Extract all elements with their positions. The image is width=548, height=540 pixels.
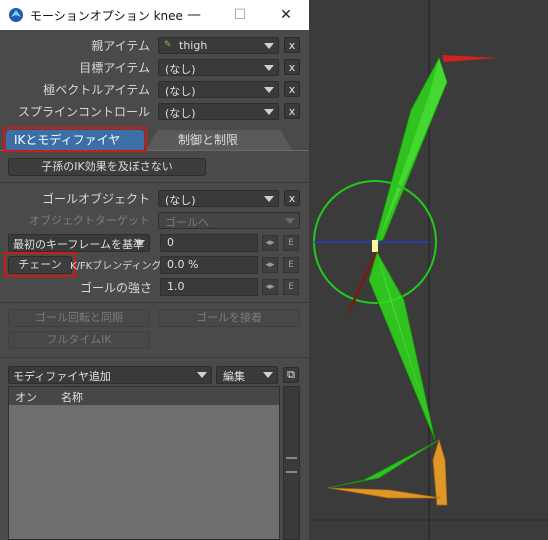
column-name[interactable]: 名称 bbox=[61, 389, 83, 405]
section-divider bbox=[0, 182, 309, 183]
x-axis-handle bbox=[442, 55, 499, 62]
object-target-label: オブジェクトターゲット bbox=[29, 214, 150, 227]
edit-select[interactable]: 編集 bbox=[216, 366, 278, 384]
blending-label: K/FKブレンディング bbox=[70, 261, 162, 272]
thigh-bone-highlight bbox=[379, 58, 447, 240]
list-header: オン 名称 bbox=[9, 387, 279, 405]
shin-bone bbox=[368, 250, 436, 441]
edit-label: 編集 bbox=[223, 370, 245, 383]
app-icon bbox=[9, 8, 23, 22]
ankle-bone bbox=[432, 438, 448, 506]
foot-bone-green bbox=[326, 439, 440, 489]
goal-strength-field[interactable]: 1.0 bbox=[160, 278, 258, 296]
copy-icon[interactable]: ⧉ bbox=[283, 367, 299, 383]
object-target-select[interactable]: ゴールへ bbox=[158, 212, 300, 229]
chevron-down-icon bbox=[285, 218, 295, 224]
slider-arrows-icon[interactable]: ◂▸ bbox=[262, 235, 278, 251]
pole-vector-value: (なし) bbox=[165, 85, 196, 98]
first-keyframe-field[interactable]: 0 bbox=[160, 234, 258, 252]
slider-arrows-icon[interactable]: ◂▸ bbox=[262, 257, 278, 273]
first-keyframe-select[interactable]: 最初のキーフレームを基準 bbox=[8, 234, 150, 252]
tab-control-limits-label: 制御と制限 bbox=[178, 133, 239, 147]
goal-object-select[interactable]: (なし) bbox=[158, 190, 279, 207]
clear-target-button[interactable]: x bbox=[284, 59, 300, 75]
chevron-down-icon bbox=[264, 43, 274, 49]
title-bar: モーションオプション knee — ☐ ✕ bbox=[0, 0, 309, 30]
pivot-marker bbox=[372, 240, 378, 252]
blending-field[interactable]: 0.0 % bbox=[160, 256, 258, 274]
chevron-down-icon bbox=[264, 65, 274, 71]
spline-control-value: (なし) bbox=[165, 107, 196, 120]
section-divider bbox=[0, 302, 309, 303]
envelope-button[interactable]: E bbox=[283, 257, 299, 273]
chevron-down-icon bbox=[197, 372, 207, 378]
modifier-list[interactable]: オン 名称 bbox=[8, 386, 280, 540]
highlight-chain-button bbox=[4, 252, 76, 277]
column-on[interactable]: オン bbox=[15, 389, 37, 405]
spline-control-select[interactable]: (なし) bbox=[158, 103, 279, 120]
first-keyframe-label: 最初のキーフレームを基準 bbox=[13, 238, 145, 251]
motion-options-panel: モーションオプション knee — ☐ ✕ 親アイテム ✎ thigh x 目標… bbox=[0, 0, 309, 540]
list-scrollbar[interactable] bbox=[283, 386, 300, 540]
target-item-select[interactable]: (なし) bbox=[158, 59, 279, 76]
toe-bone bbox=[328, 487, 442, 499]
clear-spline-button[interactable]: x bbox=[284, 103, 300, 119]
parent-item-select[interactable]: ✎ thigh bbox=[158, 37, 279, 54]
maximize-button[interactable]: ☐ bbox=[217, 0, 263, 30]
goal-object-value: (なし) bbox=[165, 194, 196, 207]
target-item-label: 目標アイテム bbox=[79, 61, 150, 75]
chevron-down-icon bbox=[264, 109, 274, 115]
window-title: モーションオプション knee bbox=[30, 9, 183, 23]
add-modifier-select[interactable]: モディファイヤ追加 bbox=[8, 366, 212, 384]
chevron-down-icon bbox=[264, 196, 274, 202]
goal-attach-button[interactable]: ゴールを接着 bbox=[158, 309, 300, 327]
parent-item-value: thigh bbox=[179, 39, 208, 52]
envelope-button[interactable]: E bbox=[283, 235, 299, 251]
chevron-down-icon bbox=[135, 240, 145, 246]
minimize-button[interactable]: — bbox=[171, 0, 217, 30]
object-target-value: ゴールへ bbox=[165, 216, 209, 229]
tab-control-limits[interactable]: 制御と制限 bbox=[146, 130, 292, 150]
pole-vector-select[interactable]: (なし) bbox=[158, 81, 279, 98]
clear-goal-button[interactable]: x bbox=[284, 190, 300, 206]
add-modifier-label: モディファイヤ追加 bbox=[13, 370, 111, 383]
viewport-scene bbox=[309, 0, 548, 540]
pole-vector-label: 極ベクトルアイテム bbox=[43, 83, 150, 97]
envelope-button[interactable]: E bbox=[283, 279, 299, 295]
3d-viewport[interactable] bbox=[309, 0, 548, 540]
section-divider bbox=[0, 357, 309, 358]
highlight-ik-tab bbox=[3, 127, 147, 152]
goal-strength-label: ゴールの強さ bbox=[79, 281, 152, 295]
ik-block-button[interactable]: 子孫のIK効果を及ぼさない bbox=[8, 158, 206, 176]
slider-arrows-icon[interactable]: ◂▸ bbox=[262, 279, 278, 295]
sync-goal-rotation-button[interactable]: ゴール回転と同期 bbox=[8, 309, 150, 327]
scrollbar-grip[interactable] bbox=[286, 457, 297, 473]
bone-icon: ✎ bbox=[164, 40, 172, 50]
clear-pole-vector-button[interactable]: x bbox=[284, 81, 300, 97]
clear-parent-button[interactable]: x bbox=[284, 37, 300, 53]
goal-object-label: ゴールオブジェクト bbox=[41, 192, 150, 206]
target-item-value: (なし) bbox=[165, 63, 196, 76]
spline-control-label: スプラインコントロール bbox=[17, 105, 150, 119]
chevron-down-icon bbox=[263, 372, 273, 378]
full-time-ik-button[interactable]: フルタイムIK bbox=[8, 331, 150, 349]
close-button[interactable]: ✕ bbox=[263, 0, 309, 30]
chevron-down-icon bbox=[264, 87, 274, 93]
parent-item-label: 親アイテム bbox=[91, 39, 150, 53]
